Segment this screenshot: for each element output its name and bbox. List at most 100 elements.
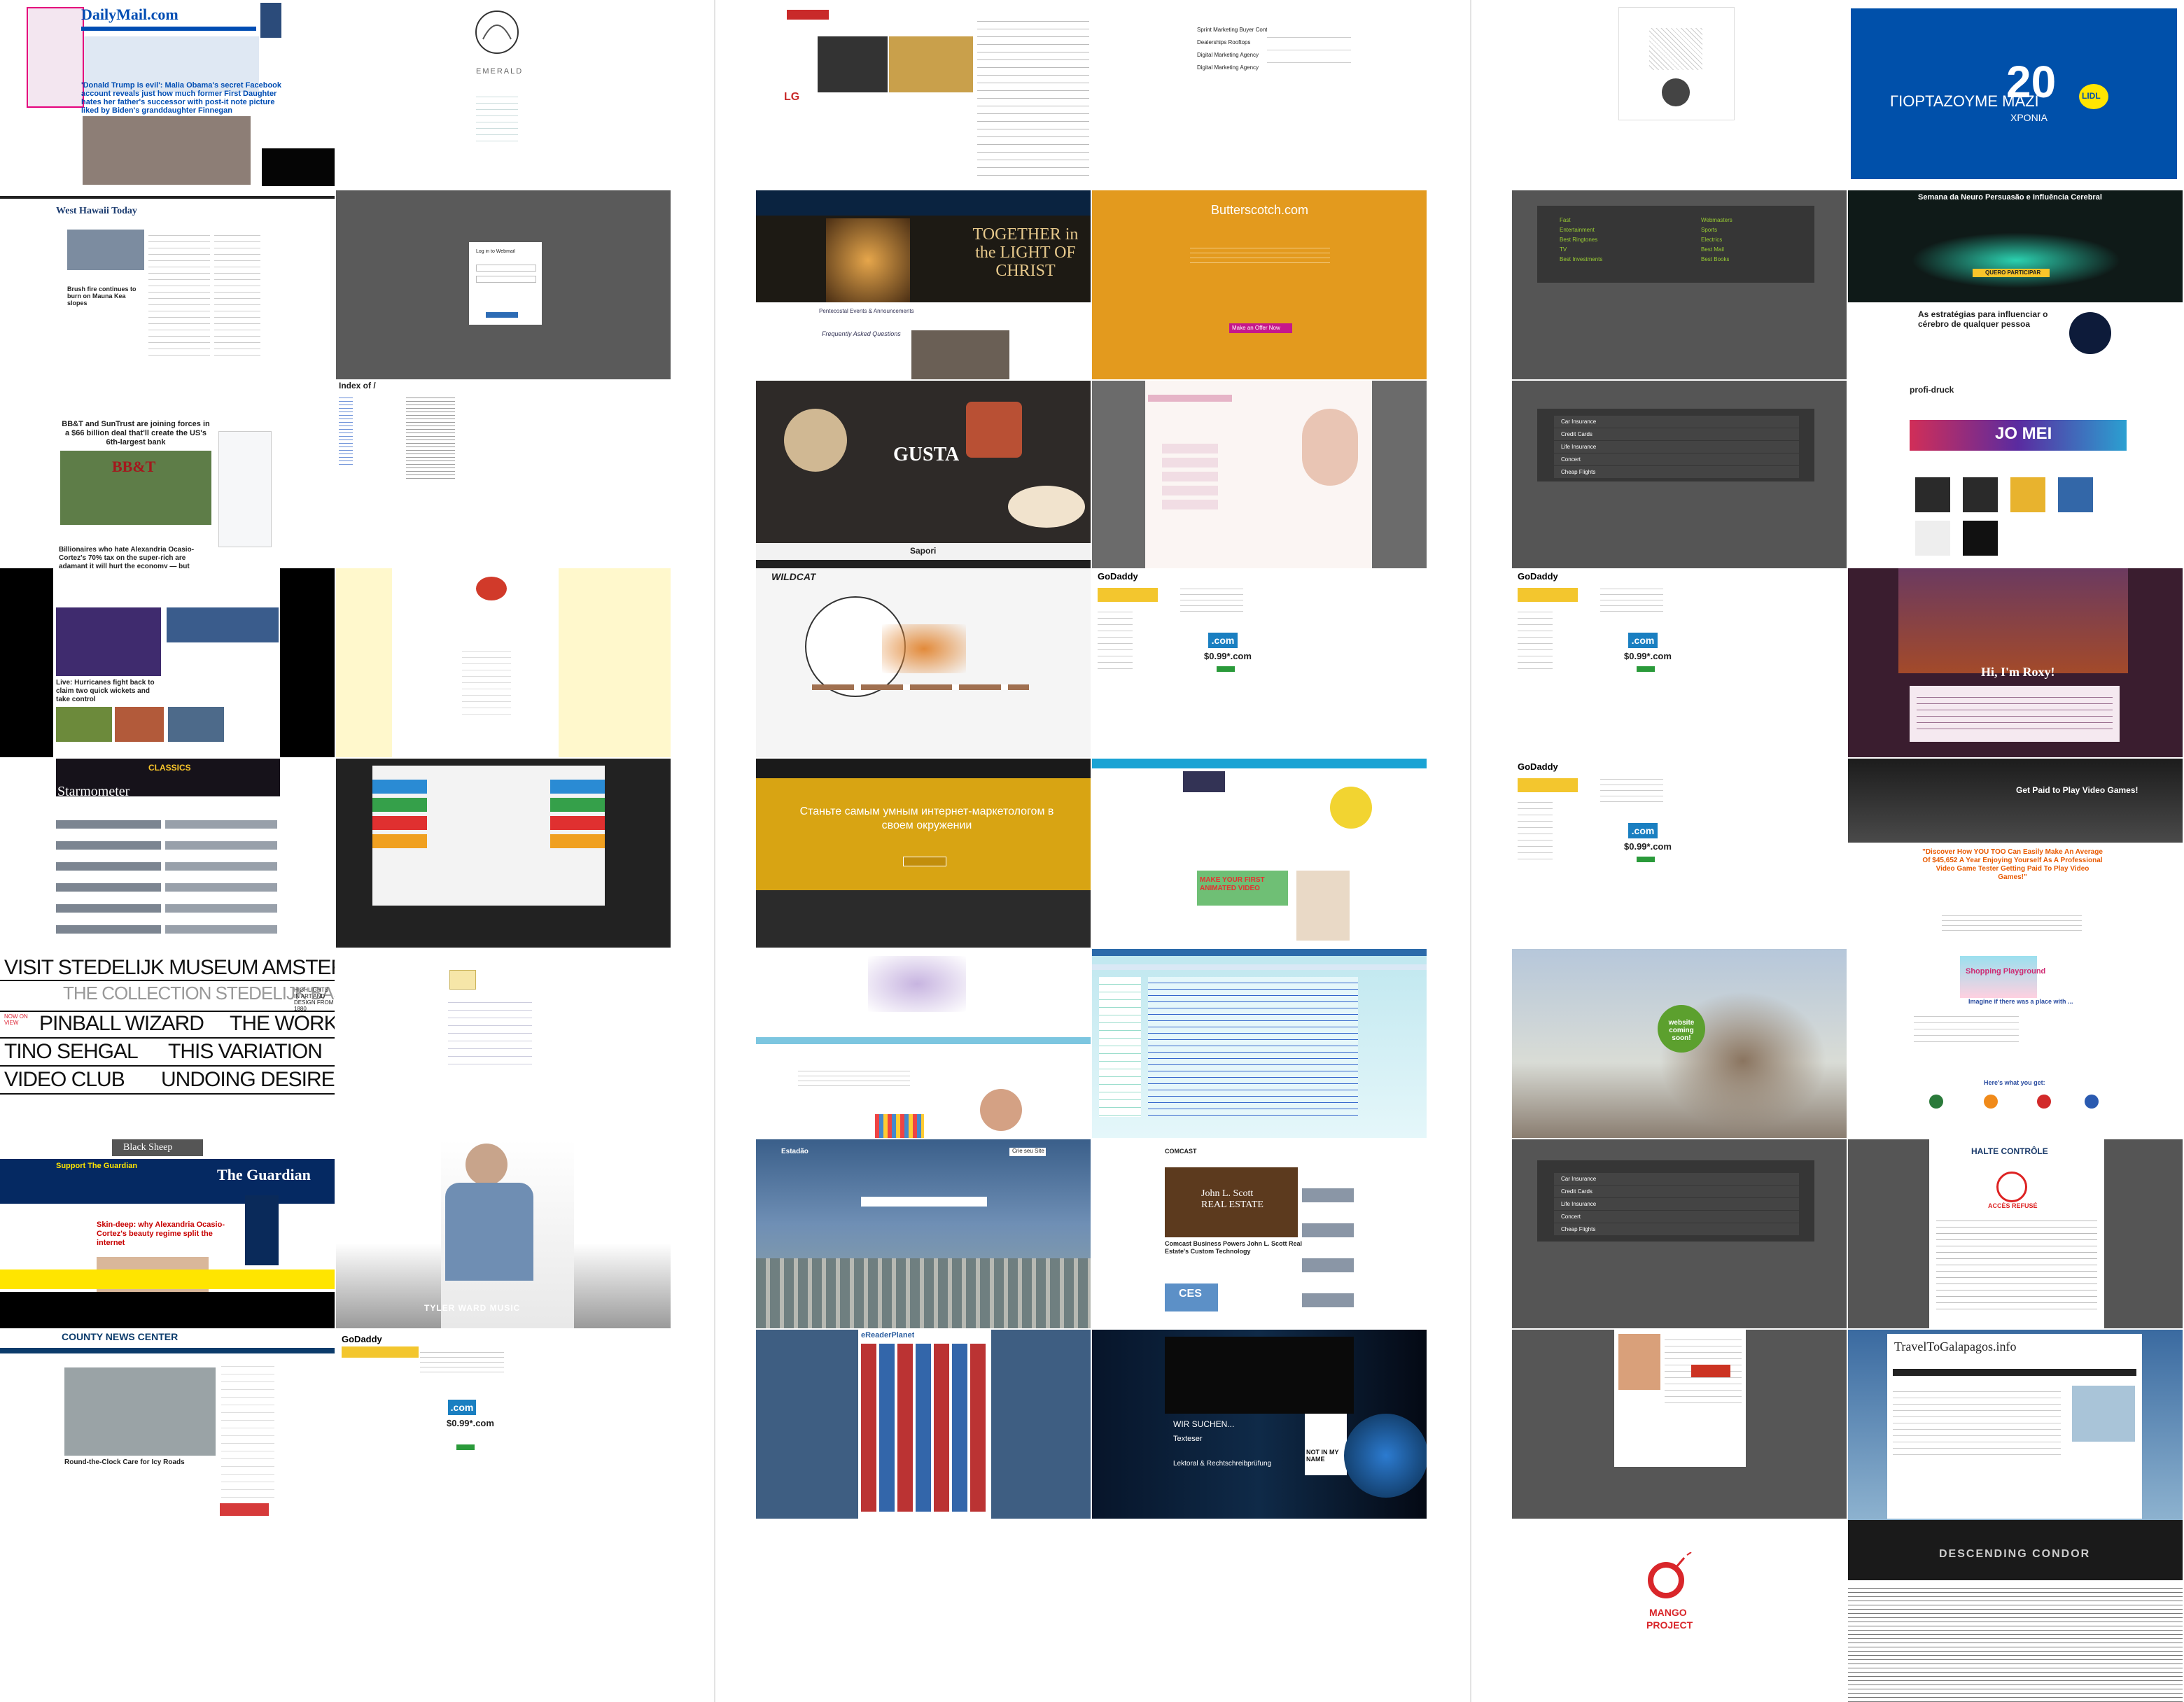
tile-blursky[interactable]: website coming soon! xyxy=(1512,949,1847,1138)
tile-galapagos[interactable]: TravelToGalapagos.info xyxy=(1848,1330,2183,1520)
tile-darkmenu3[interactable]: Car Insurance Credit Cards Life Insuranc… xyxy=(1512,1139,1847,1328)
tile-gusta[interactable]: GUSTA Sapori xyxy=(756,381,1091,570)
login-username-input[interactable] xyxy=(476,265,536,272)
tile-longtext[interactable]: DESCENDING CONDOR xyxy=(1848,1520,2183,1702)
tile-stedelijk[interactable]: VISIT STEDELIJK MUSEUM AMSTERDA THE COLL… xyxy=(0,949,335,1138)
tile-godaddy3[interactable]: GoDaddy .com $0.99*.com xyxy=(1512,759,1847,948)
tile-blurpink[interactable] xyxy=(1092,381,1427,570)
bbt-headline2[interactable]: Billionaires who hate Alexandria Ocasio-… xyxy=(59,546,213,570)
tile-shoppingplayground[interactable]: Shopping Playground Imagine if there was… xyxy=(1848,949,2183,1138)
godaddy1-button[interactable] xyxy=(1217,666,1235,672)
stedelijk-line-6[interactable]: THIS VARIATION xyxy=(168,1040,322,1064)
tile-comcast[interactable]: COMCAST John L. Scott REAL ESTATE Comcas… xyxy=(1092,1139,1427,1328)
starmometer-logo[interactable]: Starmometer xyxy=(57,784,130,800)
galapagos-title[interactable]: TravelToGalapagos.info xyxy=(1894,1339,2017,1354)
tile-saopaulo[interactable]: Estadão Crie seu Site xyxy=(756,1139,1091,1328)
dailymail-headline[interactable]: 'Donald Trump is evil': Malia Obama's se… xyxy=(81,81,284,115)
stedelijk-line-3[interactable]: PINBALL WIZARD xyxy=(39,1012,204,1036)
darkmenu3-item-1[interactable]: Car Insurance xyxy=(1554,1173,1799,1185)
tile-wildcat[interactable]: WILDCAT xyxy=(756,568,1091,757)
tile-ereader[interactable]: eReaderPlanet xyxy=(756,1330,1091,1519)
hurricanes-headline[interactable]: Live: Hurricanes fight back to claim two… xyxy=(56,679,161,704)
darkmenu1-item-l5[interactable]: Best Investments xyxy=(1560,256,1602,262)
westhawaii-title[interactable]: West Hawaii Today xyxy=(56,206,137,217)
comcast-headline[interactable]: Comcast Business Powers John L. Scott Re… xyxy=(1165,1240,1305,1256)
saopaulo-search-input[interactable] xyxy=(861,1197,987,1207)
profidruck-logo[interactable]: profi-druck xyxy=(1910,385,1954,395)
tile-dailymail[interactable]: DailyMail.com 'Donald Trump is evil': Ma… xyxy=(0,0,335,189)
bbt-headline[interactable]: BB&T and SunTrust are joining forces in … xyxy=(59,420,213,451)
darkmenu2-item-4[interactable]: Concert xyxy=(1554,453,1799,465)
tile-chosun[interactable]: LG xyxy=(756,0,1091,189)
dailymail-logo[interactable]: DailyMail.com xyxy=(81,6,178,24)
stedelijk-line-7[interactable]: VIDEO CLUB xyxy=(4,1068,125,1092)
tile-lidl[interactable]: ΓΙΟΡΤΑΖΟΥΜΕ ΜΑΖΙ 20 ΧΡΟΝΙΑ LIDL xyxy=(1848,0,2183,189)
westhawaii-headline[interactable]: Brush fire continues to burn on Mauna Ke… xyxy=(67,286,144,307)
darkmenu3-item-5[interactable]: Cheap Flights xyxy=(1554,1223,1799,1235)
tile-arlington[interactable]: TOGETHER in the LIGHT OF CHRIST Pentecos… xyxy=(756,190,1091,379)
godaddy4-button[interactable] xyxy=(456,1444,475,1450)
guardian-headline[interactable]: Skin-deep: why Alexandria Ocasio-Cortez'… xyxy=(97,1221,237,1248)
tile-roxy[interactable]: Hi, I'm Roxy! xyxy=(1848,568,2183,757)
ereader-logo[interactable]: eReaderPlanet xyxy=(861,1331,914,1339)
wildcat-logo[interactable]: WILDCAT xyxy=(771,571,816,582)
tile-guardian[interactable]: Black Sheep Support The Guardian The Gua… xyxy=(0,1139,335,1328)
tile-ribbons[interactable] xyxy=(336,759,671,948)
stedelijk-line-8[interactable]: UNDOING DESIRE xyxy=(161,1068,335,1092)
darkmenu3-item-2[interactable]: Credit Cards xyxy=(1554,1186,1799,1197)
tile-godaddy4[interactable]: GoDaddy .com $0.99*.com xyxy=(336,1330,671,1519)
tile-aquasite[interactable] xyxy=(1092,949,1427,1138)
darkmenu1-item-l4[interactable]: TV xyxy=(1560,246,1567,253)
darkmenu1-item-l2[interactable]: Entertainment xyxy=(1560,227,1595,233)
tile-yellowsite[interactable] xyxy=(336,568,671,757)
comcast-logo[interactable]: COMCAST xyxy=(1165,1148,1197,1155)
darkmenu1-item-l1[interactable]: Fast xyxy=(1560,217,1571,223)
tile-videogame[interactable]: Get Paid to Play Video Games! "Discover … xyxy=(1848,759,2183,948)
russian-cta-button[interactable] xyxy=(903,857,946,866)
darkmenu3-item-4[interactable]: Concert xyxy=(1554,1211,1799,1223)
chosun-lg[interactable]: LG xyxy=(784,91,799,104)
tile-haltecontrole[interactable]: HALTE CONTRÔLE ACCÈS REFUSÉ xyxy=(1848,1139,2183,1328)
tile-grayframe[interactable] xyxy=(1512,1330,1847,1519)
tile-bbt[interactable]: BB&T and SunTrust are joining forces in … xyxy=(0,381,335,570)
tile-animated[interactable]: MAKE YOUR FIRST ANIMATED VIDEO xyxy=(1092,759,1427,948)
stedelijk-line-1[interactable]: VISIT STEDELIJK MUSEUM AMSTERDA xyxy=(4,956,335,980)
tile-profidruck[interactable]: profi-druck JO MEI xyxy=(1848,381,2183,570)
tile-login[interactable]: Log in to Webmail xyxy=(336,190,671,379)
darkmenu1-item-r2[interactable]: Sports xyxy=(1701,227,1717,233)
tile-mango[interactable]: MANGO PROJECT xyxy=(1512,1520,1847,1702)
darkmenu1-item-r1[interactable]: Webmasters xyxy=(1701,217,1732,223)
tile-indexof[interactable]: Index of / xyxy=(336,381,671,570)
tile-neuro[interactable]: Semana da Neuro Persuasão e Influência C… xyxy=(1848,190,2183,379)
tile-godaddy1[interactable]: GoDaddy .com $0.99*.com xyxy=(1092,568,1427,757)
tile-westhawaii[interactable]: West Hawaii Today Brush fire continues t… xyxy=(0,190,335,379)
godaddy2-button[interactable] xyxy=(1637,666,1655,672)
tile-countynews[interactable]: COUNTY NEWS CENTER Round-the-Clock Care … xyxy=(0,1330,335,1519)
godaddy1-logo[interactable]: GoDaddy xyxy=(1098,571,1138,582)
godaddy2-logo[interactable]: GoDaddy xyxy=(1518,571,1558,582)
arlington-heading[interactable]: Pentecostal Events & Announcements xyxy=(819,308,914,314)
tile-darkmenu2[interactable]: Car Insurance Credit Cards Life Insuranc… xyxy=(1512,381,1847,570)
stedelijk-line-5[interactable]: TINO SEHGAL xyxy=(4,1040,138,1064)
tile-greetcard[interactable] xyxy=(1512,0,1847,189)
godaddy3-logo[interactable]: GoDaddy xyxy=(1518,761,1558,772)
tile-tylerward[interactable]: TYLER WARD MUSIC xyxy=(336,1139,671,1328)
arlington-sub[interactable]: Frequently Asked Questions xyxy=(822,330,901,337)
tile-butterscotch[interactable]: Butterscotch.com Make an Offer Now xyxy=(1092,190,1427,379)
darkmenu1-item-r3[interactable]: Electrics xyxy=(1701,237,1722,243)
guardian-logo[interactable]: The Guardian xyxy=(217,1166,311,1184)
animated-banner[interactable]: MAKE YOUR FIRST ANIMATED VIDEO xyxy=(1200,876,1284,893)
tile-bookpage[interactable] xyxy=(336,949,671,1138)
tile-godaddy2[interactable]: GoDaddy .com $0.99*.com xyxy=(1512,568,1847,757)
countynews-logo[interactable]: COUNTY NEWS CENTER xyxy=(62,1331,178,1342)
darkmenu3-item-3[interactable]: Life Insurance xyxy=(1554,1198,1799,1210)
login-password-input[interactable] xyxy=(476,276,536,283)
tile-starmometer[interactable]: Starmometer CLASSICS xyxy=(0,759,335,948)
countynews-headline[interactable]: Round-the-Clock Care for Icy Roads xyxy=(64,1458,185,1466)
darkmenu2-item-3[interactable]: Life Insurance xyxy=(1554,441,1799,453)
guardian-support[interactable]: Support The Guardian xyxy=(56,1162,137,1170)
lidl-brand[interactable]: LIDL xyxy=(2082,91,2101,101)
darkmenu1-item-r5[interactable]: Best Books xyxy=(1701,256,1729,262)
stedelijk-line-4[interactable]: THE WORK A xyxy=(230,1012,335,1036)
tile-nasserblog[interactable] xyxy=(756,949,1091,1138)
